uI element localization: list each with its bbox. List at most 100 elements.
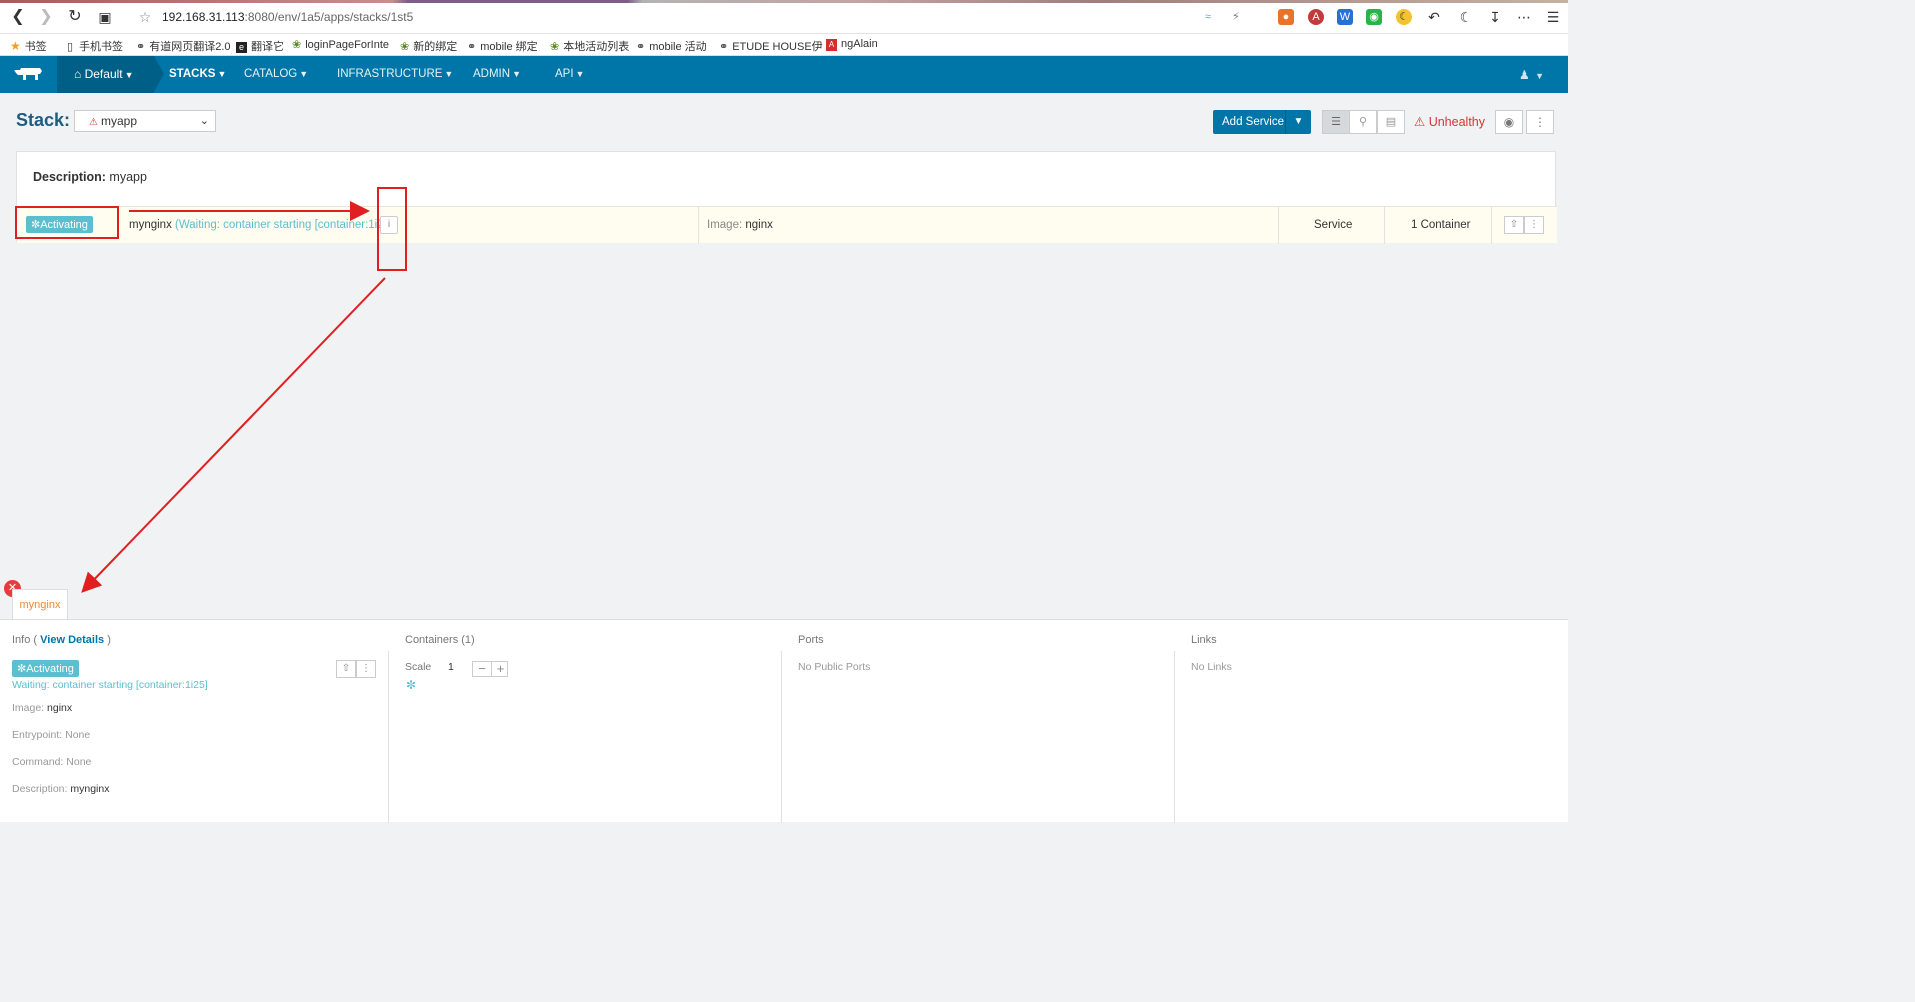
bookmark-item[interactable]: AngAlain xyxy=(826,38,878,51)
chevron-down-icon: ▼ xyxy=(444,69,454,79)
more-icon[interactable]: ⋯ xyxy=(1516,9,1532,25)
menu-icon[interactable]: ☰ xyxy=(1545,9,1561,25)
bookmark-label: mobile 绑定 xyxy=(480,41,538,53)
nav-label: CATALOG xyxy=(244,68,298,80)
service-upgrade-button[interactable]: ⇧ xyxy=(1504,216,1524,234)
links-heading: Links xyxy=(1191,634,1217,646)
panel-state-badge: ✼Activating xyxy=(12,660,79,677)
reload-icon[interactable]: ↻ xyxy=(66,8,84,26)
wechat-icon[interactable]: ◉ xyxy=(1366,9,1382,25)
chevron-down-icon: ▼ xyxy=(575,69,585,79)
bookmark-item[interactable]: e 翻译它 xyxy=(236,38,284,54)
container-count: 1 Container xyxy=(1411,219,1471,231)
nav-label: API xyxy=(555,68,574,80)
increment-button[interactable]: + xyxy=(491,661,509,677)
user-icon: ♟ xyxy=(1518,68,1530,82)
column-divider xyxy=(698,207,699,244)
bookmark-item[interactable]: ⚭ ETUDE HOUSE伊 xyxy=(719,38,823,54)
lightning-icon[interactable]: ⚡ xyxy=(1228,9,1244,25)
nav-admin[interactable]: ADMIN ▼ xyxy=(473,56,521,93)
nav-catalog[interactable]: CATALOG ▼ xyxy=(244,56,308,93)
stack-name: myapp xyxy=(100,114,137,128)
phone-icon: ▯ xyxy=(67,41,74,53)
moon-badge-icon[interactable]: ☾ xyxy=(1396,9,1412,25)
w-icon[interactable]: W xyxy=(1337,9,1353,25)
bookmark-item[interactable]: ⚭ mobile 绑定 xyxy=(467,38,538,54)
service-message: (Waiting: container starting [container:… xyxy=(175,219,398,231)
environment-switcher[interactable]: ⌂ Default ▼ xyxy=(57,56,154,93)
address-bar[interactable]: 192.168.31.113:8080/env/1a5/apps/stacks/… xyxy=(162,10,413,24)
column-divider xyxy=(388,651,389,823)
decrement-button[interactable]: − xyxy=(473,661,491,677)
stack-health-status: ⚠ Unhealthy xyxy=(1414,114,1485,129)
bookmark-item[interactable]: ⚭ mobile 活动 xyxy=(636,38,707,54)
angular-icon: A xyxy=(826,39,837,51)
service-detail-panel: Info ( View Details ) ✼Activating ⇧ ⋮ Wa… xyxy=(0,619,1568,823)
bookmark-item[interactable]: ▯ 手机书签 xyxy=(67,38,123,54)
reader-icon[interactable]: ▣ xyxy=(96,8,114,26)
bookmark-item[interactable]: ⚭ 有道网页翻译2.0 xyxy=(136,38,231,54)
download-icon[interactable]: ↧ xyxy=(1487,9,1503,25)
nav-api[interactable]: API ▼ xyxy=(555,56,584,93)
bookmark-star-icon[interactable]: ☆ xyxy=(136,8,154,26)
wave-icon[interactable]: ≈ xyxy=(1200,9,1216,25)
chevron-down-icon: ▼ xyxy=(512,69,521,79)
chevron-down-icon: ▼ xyxy=(217,69,227,79)
back-icon[interactable]: ❮ xyxy=(9,8,27,26)
service-more-button[interactable]: ⋮ xyxy=(1524,216,1544,234)
view-details-link[interactable]: View Details xyxy=(40,634,104,646)
graph-view-toggle[interactable]: ⚲ xyxy=(1349,110,1377,134)
waiting-message: Waiting: container starting [container:1… xyxy=(12,679,208,691)
bookmark-label: ngAlain xyxy=(841,38,878,50)
bookmark-label: 翻译它 xyxy=(251,41,284,53)
share-icon: ⚲ xyxy=(1358,116,1368,128)
add-service-button[interactable]: Add Service ▼ xyxy=(1213,110,1311,134)
chevron-down-icon: ▼ xyxy=(1535,71,1544,81)
scale-value: 1 xyxy=(448,661,454,673)
bookmark-label: mobile 活动 xyxy=(649,41,707,53)
bookmark-label: loginPageForInte xyxy=(305,39,389,51)
annotation-box-info xyxy=(377,187,407,271)
list-view-toggle[interactable]: ☰ xyxy=(1322,110,1350,134)
browser-toolbar: ❮ ❯ ↻ ▣ ☆ 192.168.31.113:8080/env/1a5/ap… xyxy=(0,0,1568,34)
panel-more-button[interactable]: ⋮ xyxy=(356,660,376,678)
ports-heading: Ports xyxy=(798,634,824,646)
stack-card: Description: myapp ✼Activating mynginx (… xyxy=(16,151,1557,244)
night-mode-icon[interactable]: ☾ xyxy=(1458,9,1474,25)
bookmark-label: 有道网页翻译2.0 xyxy=(149,41,231,53)
undo-icon[interactable]: ↶ xyxy=(1426,9,1442,25)
service-name: mynginx xyxy=(129,219,172,231)
nav-stacks[interactable]: STACKS ▼ xyxy=(169,56,226,93)
field-label: Command: xyxy=(12,756,64,768)
arrow-down-left xyxy=(81,277,386,593)
bookmark-item[interactable]: ❀ loginPageForInte xyxy=(292,38,389,51)
game-icon[interactable]: ● xyxy=(1278,9,1294,25)
leaf-icon: ❀ xyxy=(550,41,560,53)
chevron-down-icon[interactable]: ▼ xyxy=(1285,110,1311,134)
bookmark-item[interactable]: ★ 书签 xyxy=(10,38,47,54)
field-value: mynginx xyxy=(70,783,110,795)
kebab-menu-icon: ⋮ xyxy=(1534,115,1546,129)
document-icon: ▤ xyxy=(1385,116,1397,128)
bookmark-item[interactable]: ❀ 本地活动列表 xyxy=(550,38,629,54)
stack-action-button[interactable]: ◉ xyxy=(1495,110,1523,134)
bookmark-item[interactable]: ❀ 新的绑定 xyxy=(400,38,457,54)
image-field: Image: nginx xyxy=(12,702,72,714)
panel-upgrade-button[interactable]: ⇧ xyxy=(336,660,356,678)
compose-view-toggle[interactable]: ▤ xyxy=(1377,110,1405,134)
user-menu[interactable]: ♟ ▼ xyxy=(1519,68,1544,82)
service-name-link[interactable]: mynginx (Waiting: container starting [co… xyxy=(129,219,397,231)
panel-tab-mynginx[interactable]: mynginx xyxy=(12,589,68,620)
nav-infrastructure[interactable]: INFRASTRUCTURE ▼ xyxy=(337,56,453,93)
stack-select[interactable]: ⚠ myapp ⌄ xyxy=(74,110,216,132)
image-label: Image: xyxy=(707,219,743,231)
add-service-label: Add Service xyxy=(1222,116,1285,128)
column-divider xyxy=(1384,207,1385,244)
image-value: nginx xyxy=(745,219,773,231)
forward-icon[interactable]: ❯ xyxy=(37,8,55,26)
rancher-logo-icon[interactable] xyxy=(12,66,44,82)
stack-more-button[interactable]: ⋮ xyxy=(1526,110,1554,134)
info-heading: Info ( View Details ) xyxy=(12,634,111,646)
red-circle-icon[interactable]: A xyxy=(1308,9,1324,25)
field-value: None xyxy=(66,756,92,768)
